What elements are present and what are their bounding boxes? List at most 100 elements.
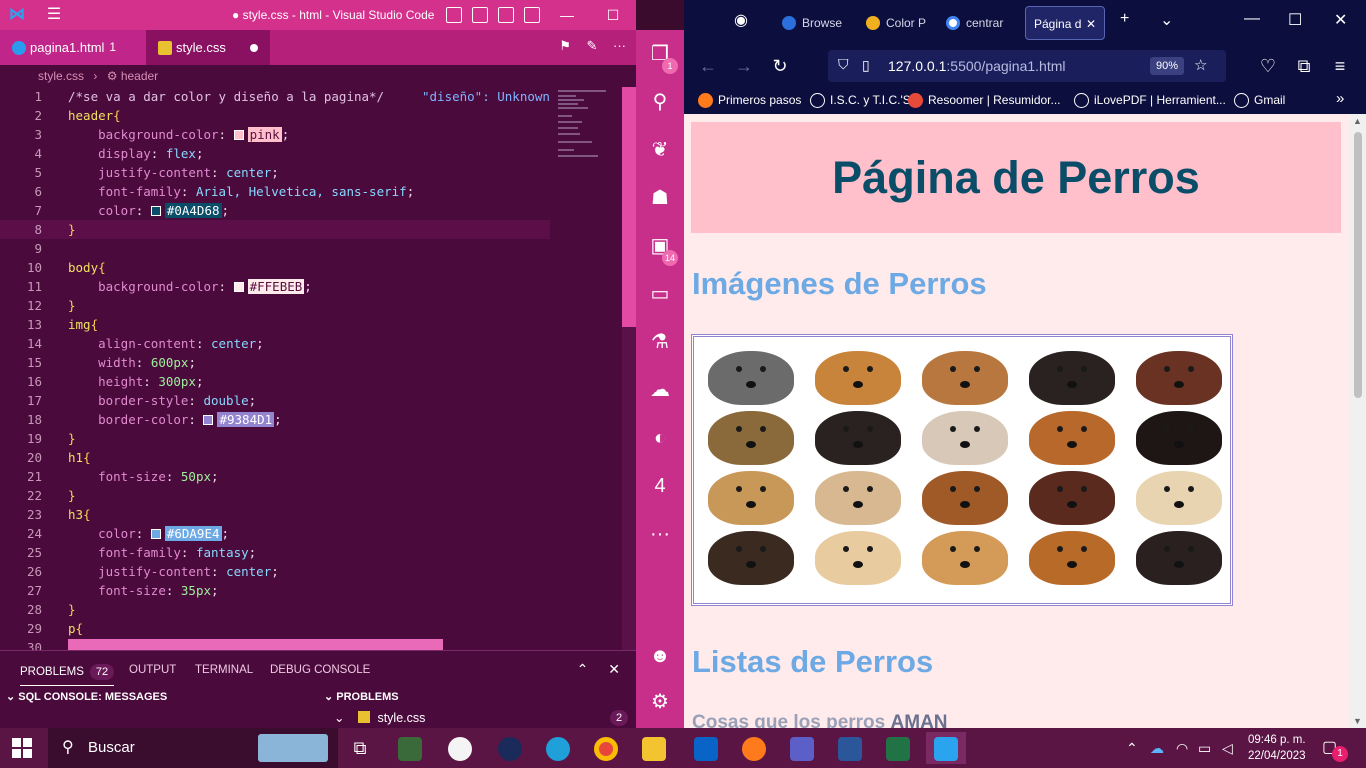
firefox-icon[interactable] (734, 732, 774, 764)
back-icon[interactable]: ← (696, 54, 720, 78)
code-line[interactable]: 14 align-content: center; (0, 334, 550, 353)
source-control-icon[interactable]: ❦ (644, 134, 676, 166)
app-menu-icon[interactable]: ≡ (1328, 54, 1352, 78)
bookmark-resoomer[interactable]: Resoomer | Resumidor... (908, 93, 1061, 108)
toggle-secondary-sidebar-icon[interactable] (498, 7, 514, 23)
accounts-icon[interactable]: ☻ (644, 640, 676, 672)
testing-icon[interactable]: ⚗ (644, 326, 676, 358)
inline-warning[interactable]: "diseño": Unknown (422, 87, 550, 106)
code-line[interactable]: 9 (0, 239, 550, 258)
code-line[interactable]: 5 justify-content: center; (0, 163, 550, 182)
firefox-view-icon[interactable]: ◉ (734, 10, 748, 30)
scrollbar-thumb[interactable] (622, 87, 636, 327)
code-editor[interactable]: 1 /*se va a dar color y diseño a la pagin… (0, 87, 550, 650)
page-info-icon[interactable]: ▯ (862, 57, 870, 74)
scroll-down-icon[interactable]: ▼ (1353, 716, 1362, 726)
maximize-icon[interactable]: ☐ (602, 4, 624, 26)
zoom-level[interactable]: 90% (1150, 57, 1185, 75)
code-line[interactable]: 6 font-family: Arial, Helvetica, sans-se… (0, 182, 550, 201)
horizontal-scrollbar[interactable] (68, 639, 443, 650)
code-line[interactable]: 13 img{ (0, 315, 550, 334)
tab-problems[interactable]: PROBLEMS 72 (20, 664, 115, 686)
close-window-icon[interactable]: ✕ (1334, 10, 1347, 30)
wifi-icon[interactable]: ◠ (1176, 728, 1188, 768)
taskbar-search[interactable]: ⚲ Buscar (48, 728, 338, 768)
code-line[interactable]: 25 font-family: fantasy; (0, 543, 550, 562)
page-scrollbar-thumb[interactable] (1354, 132, 1362, 398)
tab-pagina1[interactable]: pagina1.html 1 (0, 30, 146, 65)
code-line[interactable]: 28} (0, 600, 550, 619)
code-line[interactable]: 11 background-color: #FFEBEB; (0, 277, 550, 296)
unsaved-dot-icon[interactable] (250, 44, 258, 52)
outlook-icon[interactable] (686, 732, 726, 764)
code-line[interactable]: 19} (0, 429, 550, 448)
scroll-up-icon[interactable]: ▲ (1353, 116, 1362, 126)
code-line[interactable]: 2 header{ (0, 106, 550, 125)
word-icon[interactable] (830, 732, 870, 764)
editor-scrollbar[interactable] (622, 87, 636, 650)
tab-terminal[interactable]: TERMINAL (195, 664, 253, 676)
more-icon[interactable]: ··· (644, 518, 676, 550)
bookmark-star-icon[interactable]: ☆ (1194, 56, 1207, 74)
code-line[interactable]: 3 background-color: pink; (0, 125, 550, 144)
problem-file-row[interactable]: ⌄ style.css 2 (334, 708, 629, 728)
toggle-panel-icon[interactable] (472, 7, 488, 23)
minimap[interactable] (550, 87, 622, 650)
bookmark-gmail[interactable]: Gmail (1234, 93, 1285, 108)
battery-icon[interactable]: ▭ (1198, 728, 1211, 768)
code-line[interactable]: 26 justify-content: center; (0, 562, 550, 581)
more-actions-icon[interactable]: ··· (613, 38, 626, 53)
customize-layout-icon[interactable] (524, 7, 540, 23)
reload-icon[interactable]: ↻ (768, 54, 792, 78)
code-line[interactable]: 24 color: #6DA9E4; (0, 524, 550, 543)
url-text[interactable]: 127.0.0.1:5500/pagina1.html (888, 58, 1065, 74)
onedrive-icon[interactable]: ☁ (1150, 728, 1164, 768)
close-tab-icon[interactable]: ✕ (1086, 7, 1096, 39)
file-explorer-icon[interactable] (634, 732, 674, 764)
menu-icon[interactable]: ☰ (44, 6, 64, 24)
windows-start-icon[interactable] (12, 738, 32, 758)
code-line[interactable]: 7 color: #0A4D68; (0, 201, 550, 220)
close-panel-icon[interactable]: ✕ (608, 661, 620, 677)
bookmark-ilovepdf[interactable]: iLovePDF | Herramient... (1074, 93, 1226, 108)
new-tab-icon[interactable]: + (1120, 10, 1129, 28)
code-line[interactable]: 1 /*se va a dar color y diseño a la pagin… (0, 87, 550, 106)
minimize-icon[interactable]: — (556, 4, 578, 26)
search-icon[interactable]: ⚲ (644, 86, 676, 118)
bookmark-isc[interactable]: I.S.C. y T.I.C.'S (810, 93, 911, 108)
breadcrumb-symbol[interactable]: header (121, 69, 158, 83)
edge-icon[interactable] (538, 732, 578, 764)
maximize-icon[interactable]: ☐ (1288, 10, 1302, 30)
remote-explorer-icon[interactable]: ▭ (644, 278, 676, 310)
teams-icon[interactable] (782, 732, 822, 764)
breadcrumb-file[interactable]: style.css (38, 69, 84, 83)
chrome-icon[interactable] (586, 732, 626, 764)
vscode-taskbar-icon[interactable] (926, 732, 966, 764)
code-line[interactable]: 4 display: flex; (0, 144, 550, 163)
browser-tab-3[interactable]: centrar (934, 6, 1012, 40)
extensions-icon[interactable]: ▣ 14 (644, 230, 678, 266)
app-icon-b[interactable] (490, 732, 530, 764)
clock[interactable]: 09:46 p. m. 22/04/2023 (1248, 732, 1306, 764)
extensions-icon[interactable]: ⧉ (1292, 54, 1316, 78)
browser-tab-2[interactable]: Color P (854, 6, 926, 40)
code-line[interactable]: 23 h3{ (0, 505, 550, 524)
task-view-icon[interactable]: ⧉ (340, 732, 380, 764)
more-bookmarks-icon[interactable]: » (1336, 90, 1344, 107)
forward-icon[interactable]: → (732, 54, 756, 78)
code-line[interactable]: 17 border-style: double; (0, 391, 550, 410)
volume-icon[interactable]: ◁ (1222, 728, 1233, 768)
explorer-icon[interactable]: ❐ 1 (644, 38, 678, 74)
show-hidden-icons[interactable]: ⌃ (1126, 728, 1138, 768)
tracking-protection-icon[interactable]: ⛉ (838, 56, 849, 73)
code-line[interactable]: 22} (0, 486, 550, 505)
settings-gear-icon[interactable]: ⚙ (644, 686, 676, 718)
code-line[interactable]: 8} (0, 220, 550, 239)
minimize-icon[interactable]: — (1244, 10, 1260, 28)
code-line[interactable]: 27 font-size: 35px; (0, 581, 550, 600)
code-line[interactable]: 18 border-color: #9384D1; (0, 410, 550, 429)
code-line[interactable]: 12} (0, 296, 550, 315)
docker-icon[interactable]: ☁ (644, 374, 676, 406)
code-line[interactable]: 10 body{ (0, 258, 550, 277)
code-line[interactable]: 15 width: 600px; (0, 353, 550, 372)
